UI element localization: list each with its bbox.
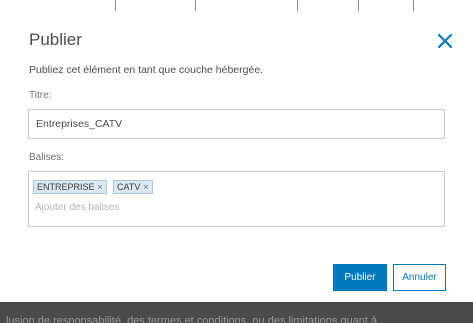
title-input[interactable]: Entreprises_CATV bbox=[28, 109, 445, 139]
tags-input[interactable]: ENTREPRISE × CATV × bbox=[28, 171, 445, 227]
close-icon bbox=[437, 33, 453, 49]
dialog-title: Publier bbox=[29, 30, 82, 49]
tags-text-field[interactable] bbox=[35, 202, 235, 213]
tags-field-label: Balises: bbox=[29, 152, 65, 163]
tag-label: CATV bbox=[117, 182, 141, 192]
title-field-label: Titre: bbox=[29, 90, 52, 101]
cancel-button[interactable]: Annuler bbox=[393, 264, 446, 291]
background-bottom-strip: lusion de responsabilité, des termes et … bbox=[0, 302, 473, 323]
background-top-strip bbox=[0, 0, 473, 12]
close-button[interactable] bbox=[436, 32, 454, 50]
publish-dialog: Publier Publiez cet élément en tant que … bbox=[0, 12, 473, 302]
background-text: lusion de responsabilité, des termes et … bbox=[6, 315, 378, 323]
tag-label: ENTREPRISE bbox=[37, 182, 95, 192]
tag-remove-icon[interactable]: × bbox=[98, 182, 103, 192]
publish-button[interactable]: Publier bbox=[333, 264, 387, 291]
tag-remove-icon[interactable]: × bbox=[143, 182, 148, 192]
tag-chip: CATV × bbox=[113, 180, 153, 194]
dialog-description: Publiez cet élément en tant que couche h… bbox=[29, 64, 264, 76]
tag-chip: ENTREPRISE × bbox=[33, 180, 107, 194]
